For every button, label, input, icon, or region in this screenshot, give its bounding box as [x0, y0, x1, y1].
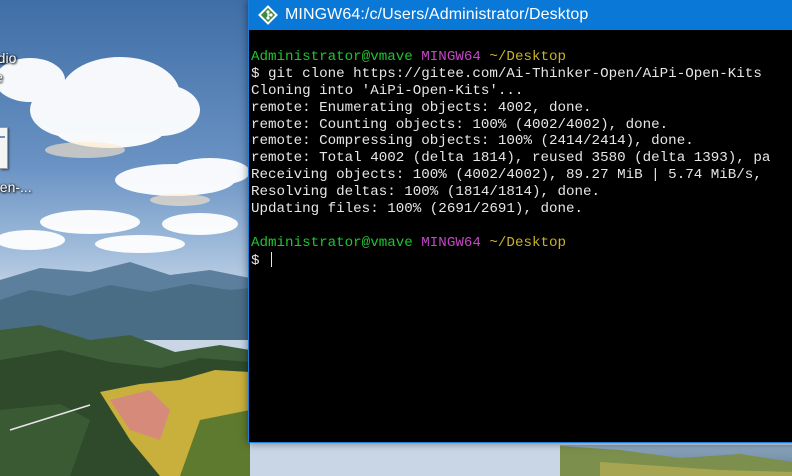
- desktop-icon-studio-label-2: e: [0, 68, 25, 87]
- prompt-user: Administrator@vmave: [251, 234, 413, 251]
- prompt-system: MINGW64: [421, 49, 481, 65]
- desktop-icon-open-kits[interactable]: pen-...: [0, 178, 40, 197]
- output-line: Cloning into 'AiPi-Open-Kits'...: [251, 82, 524, 99]
- output-line: Resolving deltas: 100% (1814/1814), done…: [251, 184, 601, 201]
- text-cursor: [271, 251, 273, 267]
- input-line[interactable]: $: [251, 251, 792, 269]
- prompt-path: ~/Desktop: [489, 234, 567, 251]
- prompt-line-2: Administrator@vmave MINGW64 ~/Desktop: [251, 235, 792, 252]
- desktop-icon-open-kits-label: pen-...: [0, 179, 32, 195]
- git-bash-icon: [258, 5, 278, 25]
- prompt-line-1: Administrator@vmave MINGW64 ~/Desktop: [251, 49, 792, 66]
- output-line: Updating files: 100% (2691/2691), done.: [251, 201, 584, 218]
- desktop-icon-studio[interactable]: tudio e: [0, 49, 30, 87]
- prompt-user: Administrator@vmave: [251, 49, 413, 65]
- terminal-window[interactable]: MINGW64:/c/Users/Administrator/Desktop A…: [248, 0, 792, 443]
- window-title: MINGW64:/c/Users/Administrator/Desktop: [285, 6, 589, 23]
- desktop-icon-studio-label-1: tudio: [0, 50, 17, 66]
- command-line: $ git clone https://gitee.com/Ai-Thinker…: [251, 65, 762, 82]
- output-line: remote: Total 4002 (delta 1814), reused …: [251, 150, 771, 167]
- output-line: remote: Enumerating objects: 4002, done.: [251, 99, 592, 116]
- prompt-system: MINGW64: [421, 234, 481, 251]
- output-line: Receiving objects: 100% (4002/4002), 89.…: [251, 167, 762, 184]
- prompt-path: ~/Desktop: [489, 49, 567, 65]
- window-titlebar[interactable]: MINGW64:/c/Users/Administrator/Desktop: [249, 0, 792, 30]
- output-line: remote: Counting objects: 100% (4002/400…: [251, 116, 669, 133]
- document-icon[interactable]: [0, 127, 8, 169]
- input-prompt-symbol: $: [251, 252, 269, 269]
- terminal-output[interactable]: Administrator@vmave MINGW64 ~/Desktop $ g…: [249, 30, 792, 442]
- output-line: remote: Compressing objects: 100% (2414/…: [251, 133, 694, 150]
